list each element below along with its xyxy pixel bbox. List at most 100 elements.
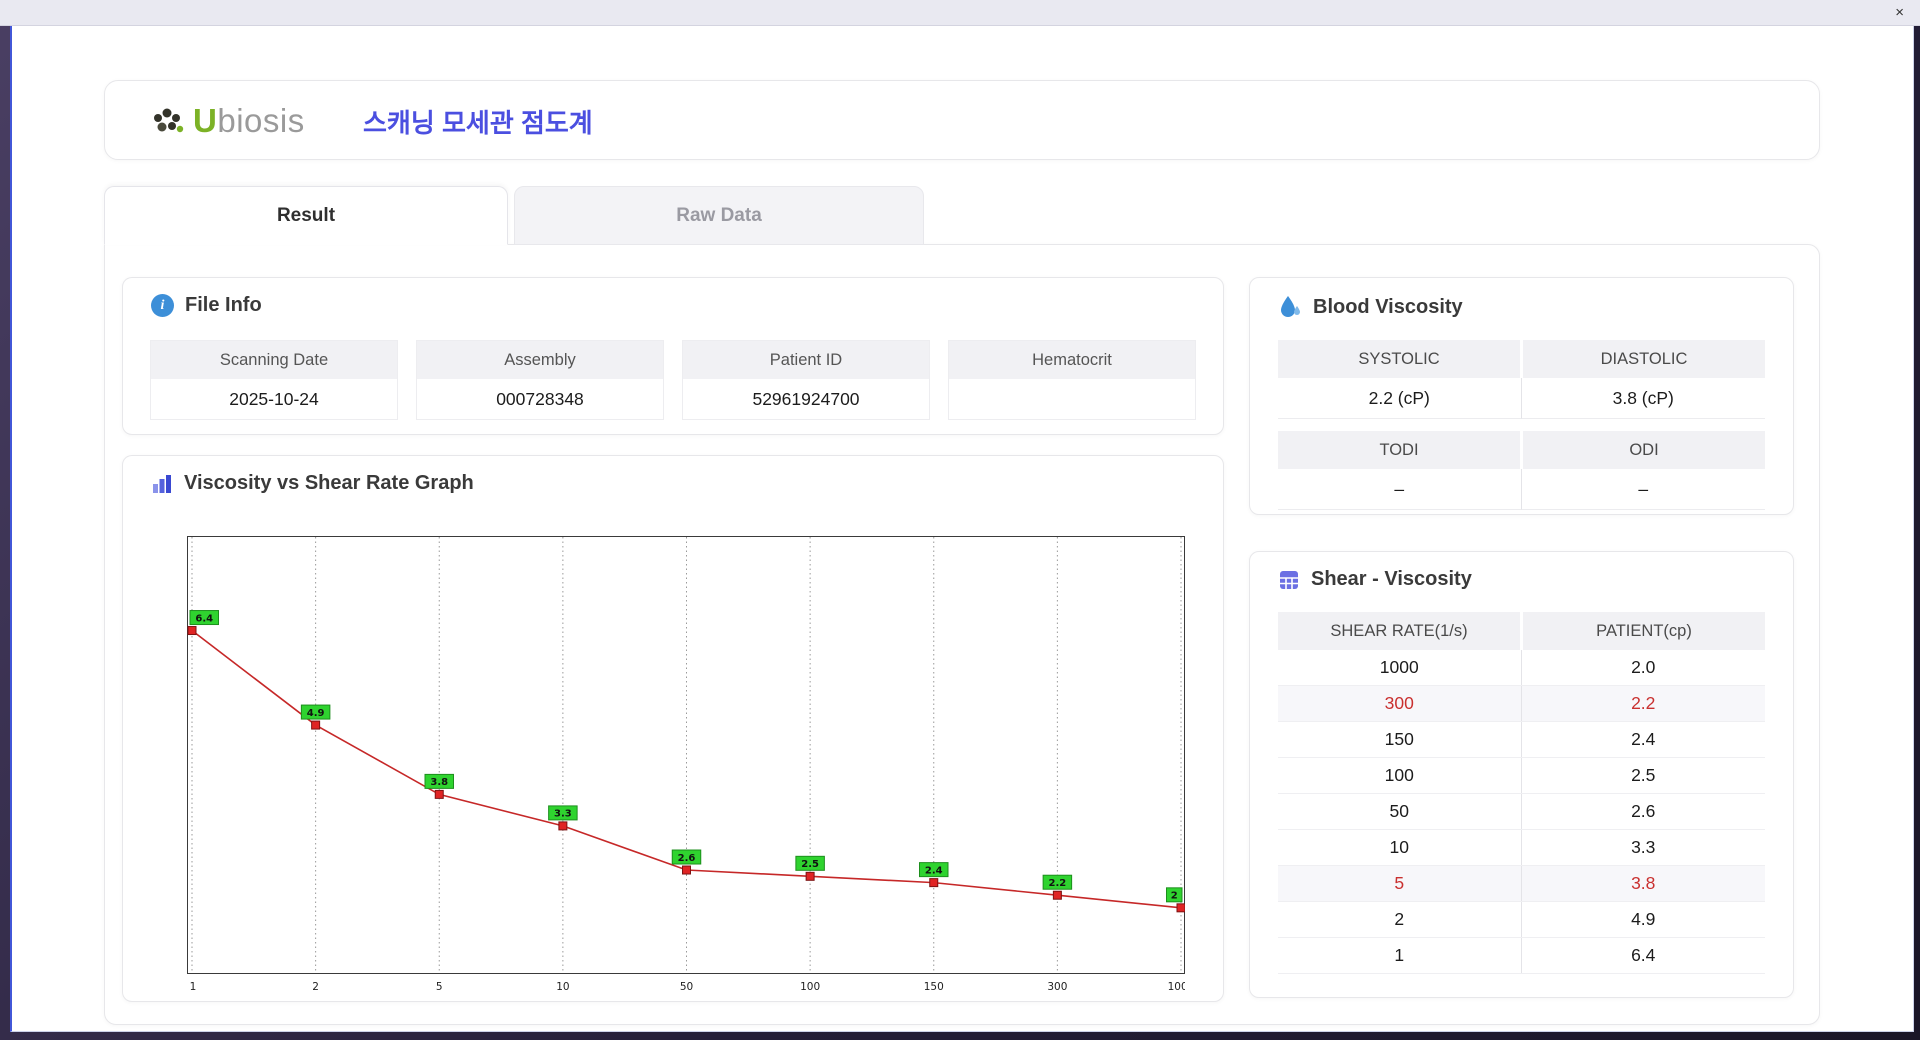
bv-value-cell: – [1521, 469, 1765, 510]
file-info-header: i File Info [151, 294, 262, 317]
bv-header-cell: SYSTOLIC [1278, 340, 1520, 378]
svg-text:2: 2 [1171, 891, 1178, 902]
table-row: 150 2.4 [1278, 722, 1765, 758]
shear-rate-cell: 50 [1278, 794, 1522, 829]
table-row: 5 3.8 [1278, 866, 1765, 902]
patient-value-cell: 4.9 [1631, 909, 1656, 929]
bar-chart-icon [153, 474, 171, 493]
svg-text:2.5: 2.5 [801, 859, 819, 870]
tab-raw-data[interactable]: Raw Data [514, 186, 924, 245]
shear-viscosity-title: Shear - Viscosity [1311, 568, 1472, 590]
patient-value-cell: 2.6 [1631, 801, 1656, 821]
bv-value-cell: – [1278, 469, 1522, 510]
svg-text:6.4: 6.4 [195, 613, 213, 624]
logo-dots-icon [154, 108, 184, 133]
water-drops-icon [1281, 296, 1300, 317]
info-icon: i [151, 294, 174, 317]
shear-rate-cell: 10 [1278, 830, 1522, 865]
shear-rate-cell: 1000 [1278, 650, 1522, 685]
shear-rate-cell: 1 [1278, 938, 1522, 973]
field-label: Assembly [417, 341, 663, 379]
graph-title: Viscosity vs Shear Rate Graph [184, 472, 474, 494]
svg-text:5: 5 [436, 981, 443, 993]
file-info-title: File Info [185, 294, 262, 316]
blood-viscosity-table: SYSTOLIC DIASTOLIC 2.2 (cP) 3.8 (cP) TODI ODI… [1278, 340, 1765, 510]
window-titlebar: × [0, 0, 1920, 26]
svg-text:2.2: 2.2 [1049, 878, 1067, 889]
logo-text-u: U [193, 102, 218, 139]
file-info-field: Hematocrit [948, 340, 1196, 420]
svg-text:3.8: 3.8 [430, 777, 448, 788]
file-info-field: Assembly 000728348 [416, 340, 664, 420]
table-row: 1 6.4 [1278, 938, 1765, 974]
bv-value-cell: 2.2 (cP) [1278, 378, 1522, 419]
table-row: 10 3.3 [1278, 830, 1765, 866]
patient-value-cell: 6.4 [1631, 945, 1656, 965]
bv-header-row: TODI ODI [1278, 431, 1765, 469]
patient-value-cell: 3.8 [1631, 873, 1656, 893]
shear-rate-cell: 150 [1278, 722, 1522, 757]
app-title-korean: 스캐닝 모세관 점도계 [363, 107, 593, 138]
logo-text: Ubiosis [193, 102, 305, 140]
bv-header-cell: DIASTOLIC [1523, 340, 1765, 378]
file-info-card: i File Info Scanning Date 2025-10-24 Assem… [122, 277, 1224, 435]
bv-header-cell: ODI [1523, 431, 1765, 469]
field-value: 2025-10-24 [229, 388, 319, 409]
table-grid-icon [1280, 570, 1298, 589]
table-row: 2 4.9 [1278, 902, 1765, 938]
svg-text:150: 150 [924, 981, 944, 993]
shear-viscosity-card: Shear - Viscosity SHEAR RATE(1/s) PATIENT… [1249, 551, 1794, 998]
patient-value-cell: 2.0 [1631, 657, 1656, 677]
blood-viscosity-header: Blood Viscosity [1278, 294, 1463, 320]
field-label: Hematocrit [949, 341, 1195, 379]
blood-viscosity-title: Blood Viscosity [1313, 295, 1463, 318]
bv-header-cell: TODI [1278, 431, 1520, 469]
svg-text:1000: 1000 [1168, 981, 1185, 993]
file-info-field: Scanning Date 2025-10-24 [150, 340, 398, 420]
sv-header-cell: PATIENT(cp) [1523, 612, 1765, 650]
shear-rate-cell: 300 [1278, 686, 1522, 721]
close-icon[interactable]: × [1895, 4, 1904, 22]
tab-result[interactable]: Result [104, 186, 508, 245]
shear-rate-cell: 5 [1278, 866, 1522, 901]
patient-value-cell: 3.3 [1631, 837, 1656, 857]
field-label: Patient ID [683, 341, 929, 379]
svg-text:4.9: 4.9 [307, 708, 325, 719]
field-value: 52961924700 [752, 388, 860, 409]
bv-value-cell: 3.8 (cP) [1521, 378, 1765, 419]
svg-text:2.4: 2.4 [925, 865, 943, 876]
svg-text:3.3: 3.3 [554, 809, 572, 820]
file-info-fields: Scanning Date 2025-10-24 Assembly 000728348… [150, 340, 1196, 420]
svg-text:100: 100 [800, 981, 820, 993]
app-root: × Ubiosis 스캐닝 모세관 점도계 Result Raw Data i … [0, 0, 1920, 1040]
bv-value-row: 2.2 (cP) 3.8 (cP) [1278, 378, 1765, 419]
sv-header-cell: SHEAR RATE(1/s) [1278, 612, 1520, 650]
shear-viscosity-table: SHEAR RATE(1/s) PATIENT(cp) 1000 2.0 300 2.2 1… [1278, 612, 1765, 974]
ubiosis-logo: Ubiosis [151, 81, 305, 161]
table-row: 100 2.5 [1278, 758, 1765, 794]
svg-text:2: 2 [312, 981, 319, 993]
viscosity-chart: 6.4 4.9 3.8 3.3 2.6 2.5 2.4 2.2 2 1 2 5 10 50 100 150 30… [187, 536, 1194, 998]
bv-value-row: – – [1278, 469, 1765, 510]
viscosity-chart-svg: 6.4 4.9 3.8 3.3 2.6 2.5 2.4 2.2 2 1 2 5 10 50 100 150 30… [187, 536, 1194, 993]
app-header-card: Ubiosis 스캐닝 모세관 점도계 [104, 80, 1820, 160]
file-info-field: Patient ID 52961924700 [682, 340, 930, 420]
table-row: 300 2.2 [1278, 686, 1765, 722]
field-label: Scanning Date [151, 341, 397, 379]
sv-header-row: SHEAR RATE(1/s) PATIENT(cp) [1278, 612, 1765, 650]
blood-viscosity-card: Blood Viscosity SYSTOLIC DIASTOLIC 2.2 (cP… [1249, 277, 1794, 515]
table-row: 1000 2.0 [1278, 650, 1765, 686]
patient-value-cell: 2.4 [1631, 729, 1656, 749]
field-value: 000728348 [496, 388, 584, 409]
table-row: 50 2.6 [1278, 794, 1765, 830]
svg-text:2.6: 2.6 [678, 853, 696, 864]
graph-header: Viscosity vs Shear Rate Graph [151, 472, 474, 495]
svg-text:300: 300 [1047, 981, 1067, 993]
logo-text-rest: biosis [217, 102, 305, 139]
bv-header-row: SYSTOLIC DIASTOLIC [1278, 340, 1765, 378]
shear-viscosity-header: Shear - Viscosity [1278, 568, 1472, 591]
svg-text:50: 50 [680, 981, 693, 993]
patient-value-cell: 2.5 [1631, 765, 1656, 785]
shear-rate-cell: 2 [1278, 902, 1522, 937]
svg-text:10: 10 [556, 981, 569, 993]
